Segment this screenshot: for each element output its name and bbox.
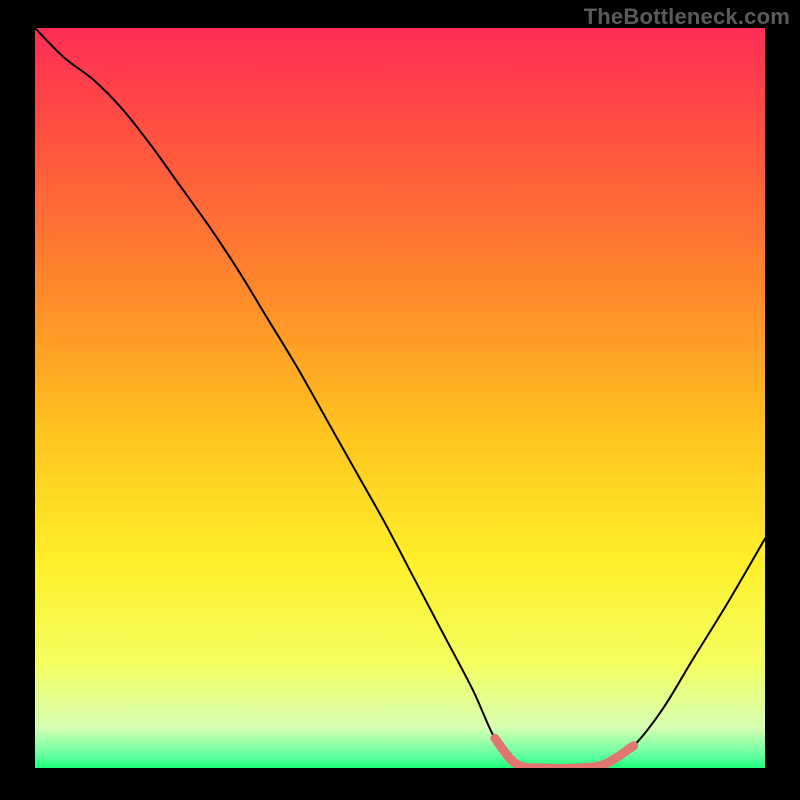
chart-container: TheBottleneck.com bbox=[0, 0, 800, 800]
plot-area bbox=[35, 28, 765, 768]
gradient-background bbox=[35, 28, 765, 768]
watermark-text: TheBottleneck.com bbox=[584, 4, 790, 30]
chart-svg bbox=[35, 28, 765, 768]
